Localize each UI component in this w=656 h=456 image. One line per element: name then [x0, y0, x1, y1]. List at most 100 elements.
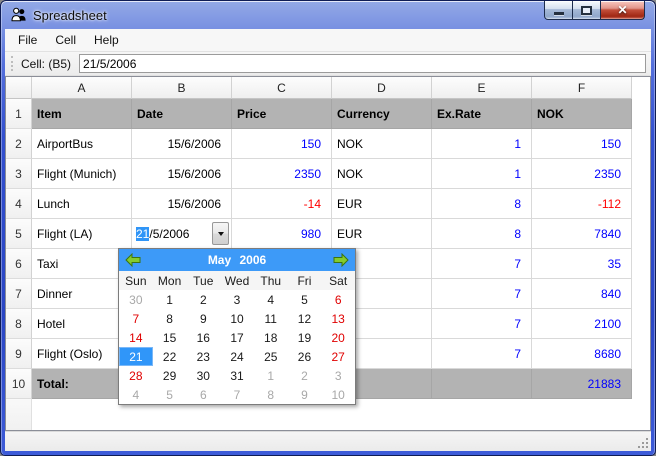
- cell-c5[interactable]: 980: [232, 219, 332, 249]
- row-header[interactable]: 7: [6, 279, 32, 309]
- title-bar[interactable]: Spreadsheet ✕: [1, 1, 655, 29]
- calendar-day[interactable]: 10: [321, 385, 355, 404]
- cell-f8[interactable]: 2100: [532, 309, 632, 339]
- cell-f3[interactable]: 2350: [532, 159, 632, 189]
- cell-a5[interactable]: Flight (LA): [32, 219, 132, 249]
- cell-d4[interactable]: EUR: [332, 189, 432, 219]
- calendar-day[interactable]: 8: [153, 309, 187, 328]
- cell-d1[interactable]: Currency: [332, 99, 432, 129]
- menu-help[interactable]: Help: [85, 30, 128, 50]
- cell-f1[interactable]: NOK: [532, 99, 632, 129]
- row-header[interactable]: 6: [6, 249, 32, 279]
- cell-b1[interactable]: Date: [132, 99, 232, 129]
- cell-b3[interactable]: 15/6/2006: [132, 159, 232, 189]
- cell-e4[interactable]: 8: [432, 189, 532, 219]
- menu-file[interactable]: File: [9, 30, 46, 50]
- calendar-day[interactable]: 28: [119, 366, 153, 385]
- cell-a3[interactable]: Flight (Munich): [32, 159, 132, 189]
- cell-c4[interactable]: -14: [232, 189, 332, 219]
- cell-a10[interactable]: Total:: [32, 369, 132, 399]
- calendar-day[interactable]: 11: [254, 309, 288, 328]
- cell-b4[interactable]: 15/6/2006: [132, 189, 232, 219]
- previous-month-button[interactable]: [124, 253, 142, 268]
- calendar-day[interactable]: 14: [119, 328, 153, 347]
- date-dropdown-button[interactable]: [212, 222, 229, 245]
- row-header[interactable]: 1: [6, 99, 32, 129]
- calendar-day[interactable]: 1: [254, 366, 288, 385]
- column-header-b[interactable]: B: [132, 77, 232, 99]
- calendar-day[interactable]: 6: [186, 385, 220, 404]
- calendar-day[interactable]: 5: [153, 385, 187, 404]
- calendar-day[interactable]: 1: [153, 290, 187, 309]
- cell-e8[interactable]: 7: [432, 309, 532, 339]
- column-header-c[interactable]: C: [232, 77, 332, 99]
- cell-d3[interactable]: NOK: [332, 159, 432, 189]
- date-editor[interactable]: 21/5/2006: [132, 219, 231, 248]
- calendar-day[interactable]: 30: [119, 290, 153, 309]
- calendar-day[interactable]: 7: [220, 385, 254, 404]
- cell-a7[interactable]: Dinner: [32, 279, 132, 309]
- calendar-day[interactable]: 23: [186, 347, 220, 366]
- cell-a2[interactable]: AirportBus: [32, 129, 132, 159]
- calendar-day[interactable]: 19: [288, 328, 322, 347]
- calendar-day[interactable]: 9: [186, 309, 220, 328]
- cell-e10[interactable]: [432, 369, 532, 399]
- calendar-day[interactable]: 2: [288, 366, 322, 385]
- cell-d2[interactable]: NOK: [332, 129, 432, 159]
- calendar-day[interactable]: 3: [321, 366, 355, 385]
- calendar-day[interactable]: 4: [119, 385, 153, 404]
- calendar-month-year-label[interactable]: May 2006: [208, 253, 266, 267]
- cell-f2[interactable]: 150: [532, 129, 632, 159]
- calendar-day[interactable]: 2: [186, 290, 220, 309]
- cell-c1[interactable]: Price: [232, 99, 332, 129]
- calendar-day[interactable]: 12: [288, 309, 322, 328]
- cell-f9[interactable]: 8680: [532, 339, 632, 369]
- row-header[interactable]: 4: [6, 189, 32, 219]
- calendar-day[interactable]: 22: [153, 347, 187, 366]
- calendar-day[interactable]: 31: [220, 366, 254, 385]
- calendar-day[interactable]: 3: [220, 290, 254, 309]
- calendar-day[interactable]: 20: [321, 328, 355, 347]
- column-header-e[interactable]: E: [432, 77, 532, 99]
- cell-e2[interactable]: 1: [432, 129, 532, 159]
- cell-e7[interactable]: 7: [432, 279, 532, 309]
- cell-a8[interactable]: Hotel: [32, 309, 132, 339]
- calendar-day[interactable]: 30: [186, 366, 220, 385]
- calendar-day[interactable]: 5: [288, 290, 322, 309]
- calendar-day[interactable]: 24: [220, 347, 254, 366]
- calendar-day[interactable]: 13: [321, 309, 355, 328]
- formula-input[interactable]: [79, 54, 646, 73]
- cell-e9[interactable]: 7: [432, 339, 532, 369]
- menu-cell[interactable]: Cell: [46, 30, 85, 50]
- cell-f4[interactable]: -112: [532, 189, 632, 219]
- row-header[interactable]: 9: [6, 339, 32, 369]
- cell-f7[interactable]: 840: [532, 279, 632, 309]
- maximize-button[interactable]: [573, 1, 600, 20]
- calendar-day[interactable]: 29: [153, 366, 187, 385]
- resize-grip[interactable]: [637, 437, 649, 449]
- cell-b2[interactable]: 15/6/2006: [132, 129, 232, 159]
- cell-a1[interactable]: Item: [32, 99, 132, 129]
- next-month-button[interactable]: [332, 253, 350, 268]
- row-header[interactable]: 2: [6, 129, 32, 159]
- column-header-a[interactable]: A: [32, 77, 132, 99]
- cell-e6[interactable]: 7: [432, 249, 532, 279]
- calendar-day-selected[interactable]: 21: [119, 347, 153, 366]
- calendar-day[interactable]: 15: [153, 328, 187, 347]
- calendar-day[interactable]: 26: [288, 347, 322, 366]
- cell-e5[interactable]: 8: [432, 219, 532, 249]
- cell-f10[interactable]: 21883: [532, 369, 632, 399]
- calendar-day[interactable]: 27: [321, 347, 355, 366]
- cell-a6[interactable]: Taxi: [32, 249, 132, 279]
- cell-a9[interactable]: Flight (Oslo): [32, 339, 132, 369]
- row-header[interactable]: 8: [6, 309, 32, 339]
- row-header[interactable]: 5: [6, 219, 32, 249]
- cell-e3[interactable]: 1: [432, 159, 532, 189]
- cell-f5[interactable]: 7840: [532, 219, 632, 249]
- calendar-day[interactable]: 6: [321, 290, 355, 309]
- calendar-day[interactable]: 7: [119, 309, 153, 328]
- calendar-day[interactable]: 4: [254, 290, 288, 309]
- close-button[interactable]: ✕: [600, 1, 645, 20]
- app-icon[interactable]: [11, 7, 27, 23]
- calendar-day[interactable]: 16: [186, 328, 220, 347]
